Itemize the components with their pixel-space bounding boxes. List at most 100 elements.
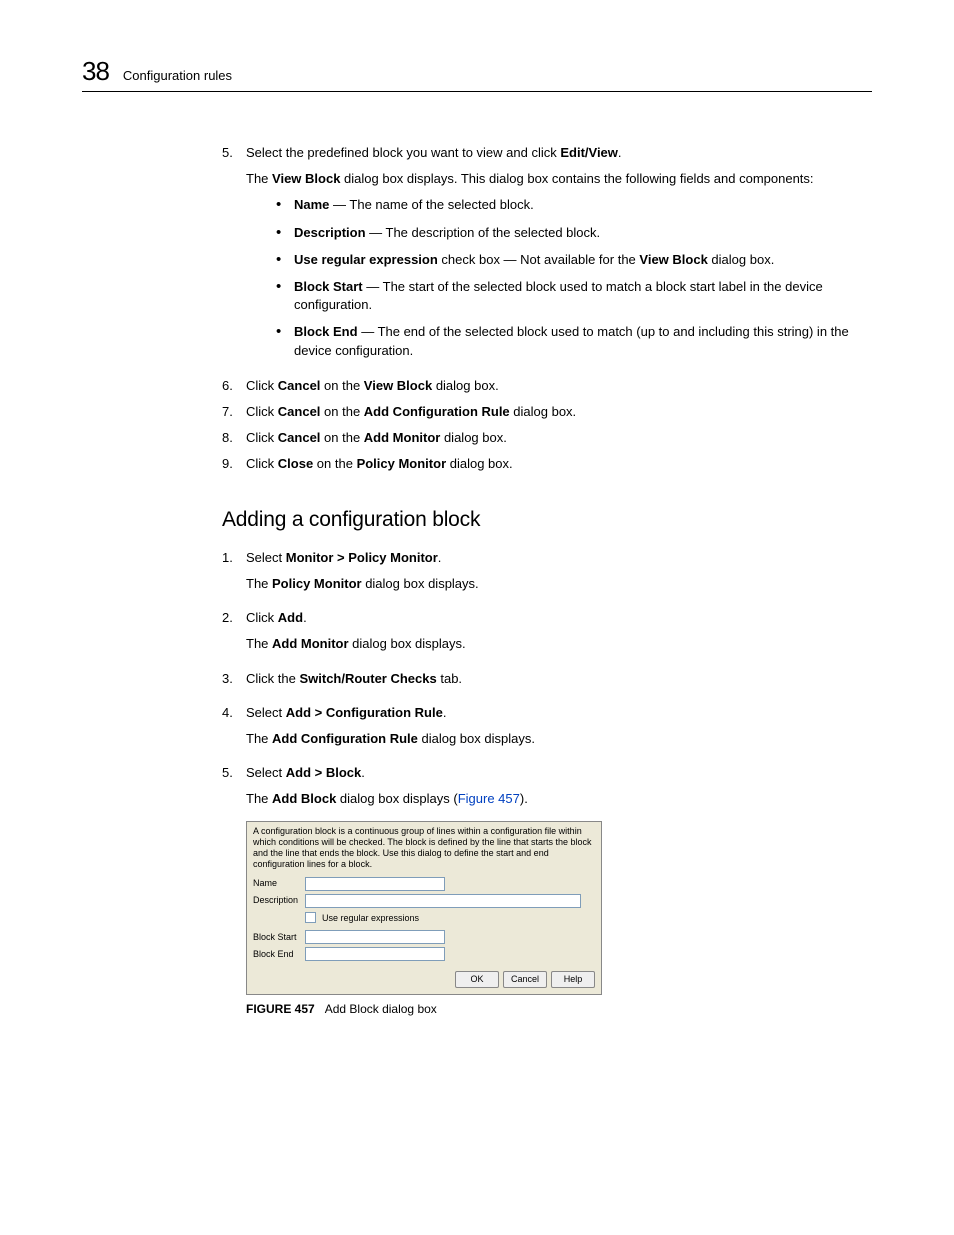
step-list-1: 5. Select the predefined block you want … (222, 144, 872, 473)
add-block-dialog: A configuration block is a continuous gr… (246, 821, 602, 995)
text: dialog box. (708, 252, 775, 267)
bullet-item: Use regular expression check box — Not a… (276, 251, 872, 269)
bold: Use regular expression (294, 252, 438, 267)
bold: Policy Monitor (272, 576, 362, 591)
text: — The name of the selected block. (329, 197, 533, 212)
bullet-item: Block End — The end of the selected bloc… (276, 323, 872, 359)
text: dialog box displays. (362, 576, 479, 591)
bold: Add Block (272, 791, 336, 806)
text: The (246, 171, 272, 186)
bold: View Block (639, 252, 707, 267)
text: . (443, 705, 447, 720)
step-9: 9. Click Close on the Policy Monitor dia… (222, 455, 872, 473)
help-button[interactable]: Help (551, 971, 595, 988)
bold: Close (278, 456, 313, 471)
bullet-item: Description — The description of the sel… (276, 224, 872, 242)
regex-checkbox[interactable] (305, 912, 316, 923)
text: Click (246, 404, 278, 419)
section-heading: Adding a configuration block (222, 505, 872, 534)
chapter-number: 38 (82, 56, 109, 87)
figure-label: FIGURE 457 (246, 1002, 315, 1016)
bold: Monitor > Policy Monitor (286, 550, 438, 565)
block-end-input[interactable] (305, 947, 445, 961)
text: — The end of the selected block used to … (294, 324, 849, 357)
text: The (246, 731, 272, 746)
step-5: 5. Select the predefined block you want … (222, 144, 872, 369)
step-3: 3. Click the Switch/Router Checks tab. (222, 670, 872, 696)
bold: View Block (272, 171, 340, 186)
bullet-item: Block Start — The start of the selected … (276, 278, 872, 314)
step-7: 7. Click Cancel on the Add Configuration… (222, 403, 872, 421)
text: Select (246, 705, 286, 720)
step-number: 6. (222, 377, 246, 395)
step-5b: 5. Select Add > Block. The Add Block dia… (222, 764, 872, 1017)
text: dialog box displays. (418, 731, 535, 746)
text: — The start of the selected block used t… (294, 279, 823, 312)
text: dialog box. (510, 404, 577, 419)
step-number: 3. (222, 670, 246, 696)
bold: Name (294, 197, 329, 212)
dialog-intro: A configuration block is a continuous gr… (253, 826, 595, 871)
text: The (246, 636, 272, 651)
text: dialog box displays. This dialog box con… (340, 171, 813, 186)
text: . (361, 765, 365, 780)
chapter-title: Configuration rules (123, 68, 232, 83)
page-header: 38 Configuration rules (82, 56, 872, 92)
figure-caption-text: Add Block dialog box (325, 1002, 437, 1016)
bold: Add > Block (286, 765, 362, 780)
text: Click (246, 378, 278, 393)
label-name: Name (253, 877, 305, 890)
dialog-row-block-end: Block End (253, 947, 595, 961)
step-number: 1. (222, 549, 246, 601)
bold: Edit/View (560, 145, 618, 160)
text: Click (246, 430, 278, 445)
step-number: 9. (222, 455, 246, 473)
text: — The description of the selected block. (366, 225, 601, 240)
ok-button[interactable]: OK (455, 971, 499, 988)
block-start-input[interactable] (305, 930, 445, 944)
text: dialog box. (440, 430, 507, 445)
text: dialog box. (432, 378, 499, 393)
text: on the (320, 404, 363, 419)
content: 5. Select the predefined block you want … (222, 144, 872, 1018)
bold: Block End (294, 324, 358, 339)
text: Click (246, 456, 278, 471)
text: ). (520, 791, 528, 806)
step-number: 5. (222, 764, 246, 1017)
text: Select the predefined block you want to … (246, 145, 560, 160)
text: on the (313, 456, 356, 471)
cancel-button[interactable]: Cancel (503, 971, 547, 988)
step-number: 2. (222, 609, 246, 661)
label-block-end: Block End (253, 948, 305, 961)
step-8: 8. Click Cancel on the Add Monitor dialo… (222, 429, 872, 447)
text: . (618, 145, 622, 160)
step-number: 4. (222, 704, 246, 756)
bold: Add Monitor (364, 430, 441, 445)
dialog-row-regex: Use regular expressions (305, 912, 595, 925)
step-list-2: 1. Select Monitor > Policy Monitor. The … (222, 549, 872, 1018)
label-regex: Use regular expressions (322, 912, 419, 925)
text: dialog box displays ( (336, 791, 457, 806)
bold: Cancel (278, 430, 321, 445)
step-number: 7. (222, 403, 246, 421)
step-4: 4. Select Add > Configuration Rule. The … (222, 704, 872, 756)
figure-link[interactable]: Figure 457 (458, 791, 520, 806)
bold: Add Monitor (272, 636, 349, 651)
bold: Add Configuration Rule (272, 731, 418, 746)
bullet-item: Name — The name of the selected block. (276, 196, 872, 214)
name-input[interactable] (305, 877, 445, 891)
step-2: 2. Click Add. The Add Monitor dialog box… (222, 609, 872, 661)
text: The (246, 576, 272, 591)
text: . (438, 550, 442, 565)
bold: Policy Monitor (357, 456, 447, 471)
bullet-list: Name — The name of the selected block. D… (276, 196, 872, 359)
bold: Cancel (278, 378, 321, 393)
description-input[interactable] (305, 894, 581, 908)
dialog-row-description: Description (253, 894, 595, 908)
text: on the (320, 378, 363, 393)
bold: Cancel (278, 404, 321, 419)
bold: Description (294, 225, 366, 240)
text: The (246, 791, 272, 806)
bold: Add (278, 610, 303, 625)
text: on the (320, 430, 363, 445)
